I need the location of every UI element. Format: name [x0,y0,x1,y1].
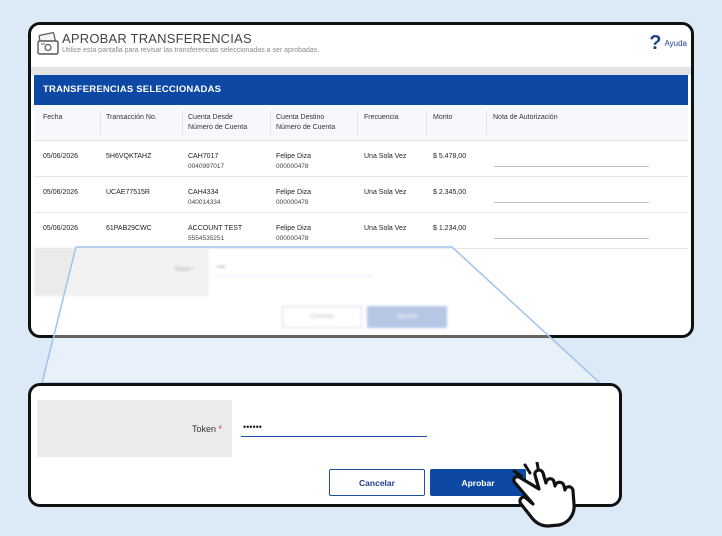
authorization-note-input[interactable] [494,202,649,203]
cell-transaccion: 61PAB29CWC [106,225,152,232]
transfers-window: APROBAR TRANSFERENCIAS Utilice esta pant… [28,22,694,338]
column-divider [426,111,427,135]
column-header-cuenta-desde: Cuenta Desde Número de Cuenta [188,114,248,131]
column-divider [182,111,183,135]
pointing-hand-cursor-icon [512,462,576,528]
cancel-button: Cancelar [282,306,362,328]
table-row: 05/06/2026 5H6VQKTAHZ CAH7017 0040997017… [34,141,688,177]
cell-cuenta-destino: Felipe Diza [276,225,312,232]
column-header-monto: Monto [433,114,453,121]
page-title: APROBAR TRANSFERENCIAS [62,31,252,46]
page-header: APROBAR TRANSFERENCIAS Utilice esta pant… [31,25,691,67]
cell-monto: $ 5.478,00 [433,153,467,160]
cell-cuenta-desde-numero: 5554535251 [188,235,225,242]
token-input-line [217,276,372,277]
authorization-note-input[interactable] [494,238,649,239]
cell-cuenta-desde: CAH4334 [188,189,219,196]
cell-cuenta-desde-numero: 040014334 [188,199,221,206]
cell-transaccion: UCAE77515R [106,189,150,196]
token-input[interactable] [241,417,427,437]
column-divider [357,111,358,135]
column-header-frecuencia: Frecuencia [364,114,399,121]
cancel-button[interactable]: Cancelar [329,469,425,496]
cell-cuenta-desde: CAH7017 [188,153,219,160]
column-divider [486,111,487,135]
cell-cuenta-destino: Felipe Diza [276,153,312,160]
cell-monto: $ 2.345,00 [433,189,467,196]
approve-button: Aprobar [367,306,447,328]
cell-frecuencia: Una Sola Vez [364,225,407,232]
form-label-panel: Token * [37,400,232,457]
table-header: Fecha Transacción No. Cuenta Desde Número… [34,105,688,141]
column-header-transaccion: Transacción No. [106,114,157,121]
cell-transaccion: 5H6VQKTAHZ [106,153,152,160]
cell-cuenta-desde-numero: 0040997017 [188,163,225,170]
column-divider [100,111,101,135]
token-label: Token * [174,267,195,273]
help-link[interactable]: ? Ayuda [649,33,687,53]
cell-monto: $ 1.234,00 [433,225,467,232]
transfer-document-icon [37,32,59,55]
cell-fecha: 05/06/2026 [43,153,79,160]
token-value: •••• [217,265,226,271]
question-mark-icon: ? [649,32,662,54]
authorization-note-input[interactable] [494,166,649,167]
cell-frecuencia: Una Sola Vez [364,153,407,160]
cell-cuenta-destino-numero: 000000478 [276,199,309,206]
table-row: 05/06/2026 61PAB29CWC ACCOUNT TEST 55545… [34,213,688,249]
section-title: TRANSFERENCIAS SELECCIONADAS [34,75,688,105]
column-header-cuenta-destino: Cuenta Destino Número de Cuenta [276,114,336,131]
cell-cuenta-destino: Felipe Diza [276,189,312,196]
cell-cuenta-destino-numero: 000000478 [276,163,309,170]
page-subtitle: Utilice esta pantalla para revisar las t… [62,47,320,54]
blurred-approval-form: Token * •••• Cancelar Aprobar [34,248,688,335]
cell-fecha: 05/06/2026 [43,189,79,196]
column-header-fecha: Fecha [43,114,63,121]
header-divider [31,67,691,75]
table-row: 05/06/2026 UCAE77515R CAH4334 040014334 … [34,177,688,213]
column-header-nota: Nota de Autorización [493,114,558,121]
token-label: Token * [191,424,222,434]
cell-cuenta-destino-numero: 000000478 [276,235,309,242]
help-label: Ayuda [664,38,687,48]
cell-frecuencia: Una Sola Vez [364,189,407,196]
cell-fecha: 05/06/2026 [43,225,79,232]
cell-cuenta-desde: ACCOUNT TEST [188,225,243,232]
column-divider [270,111,271,135]
required-asterisk: * [218,424,222,434]
